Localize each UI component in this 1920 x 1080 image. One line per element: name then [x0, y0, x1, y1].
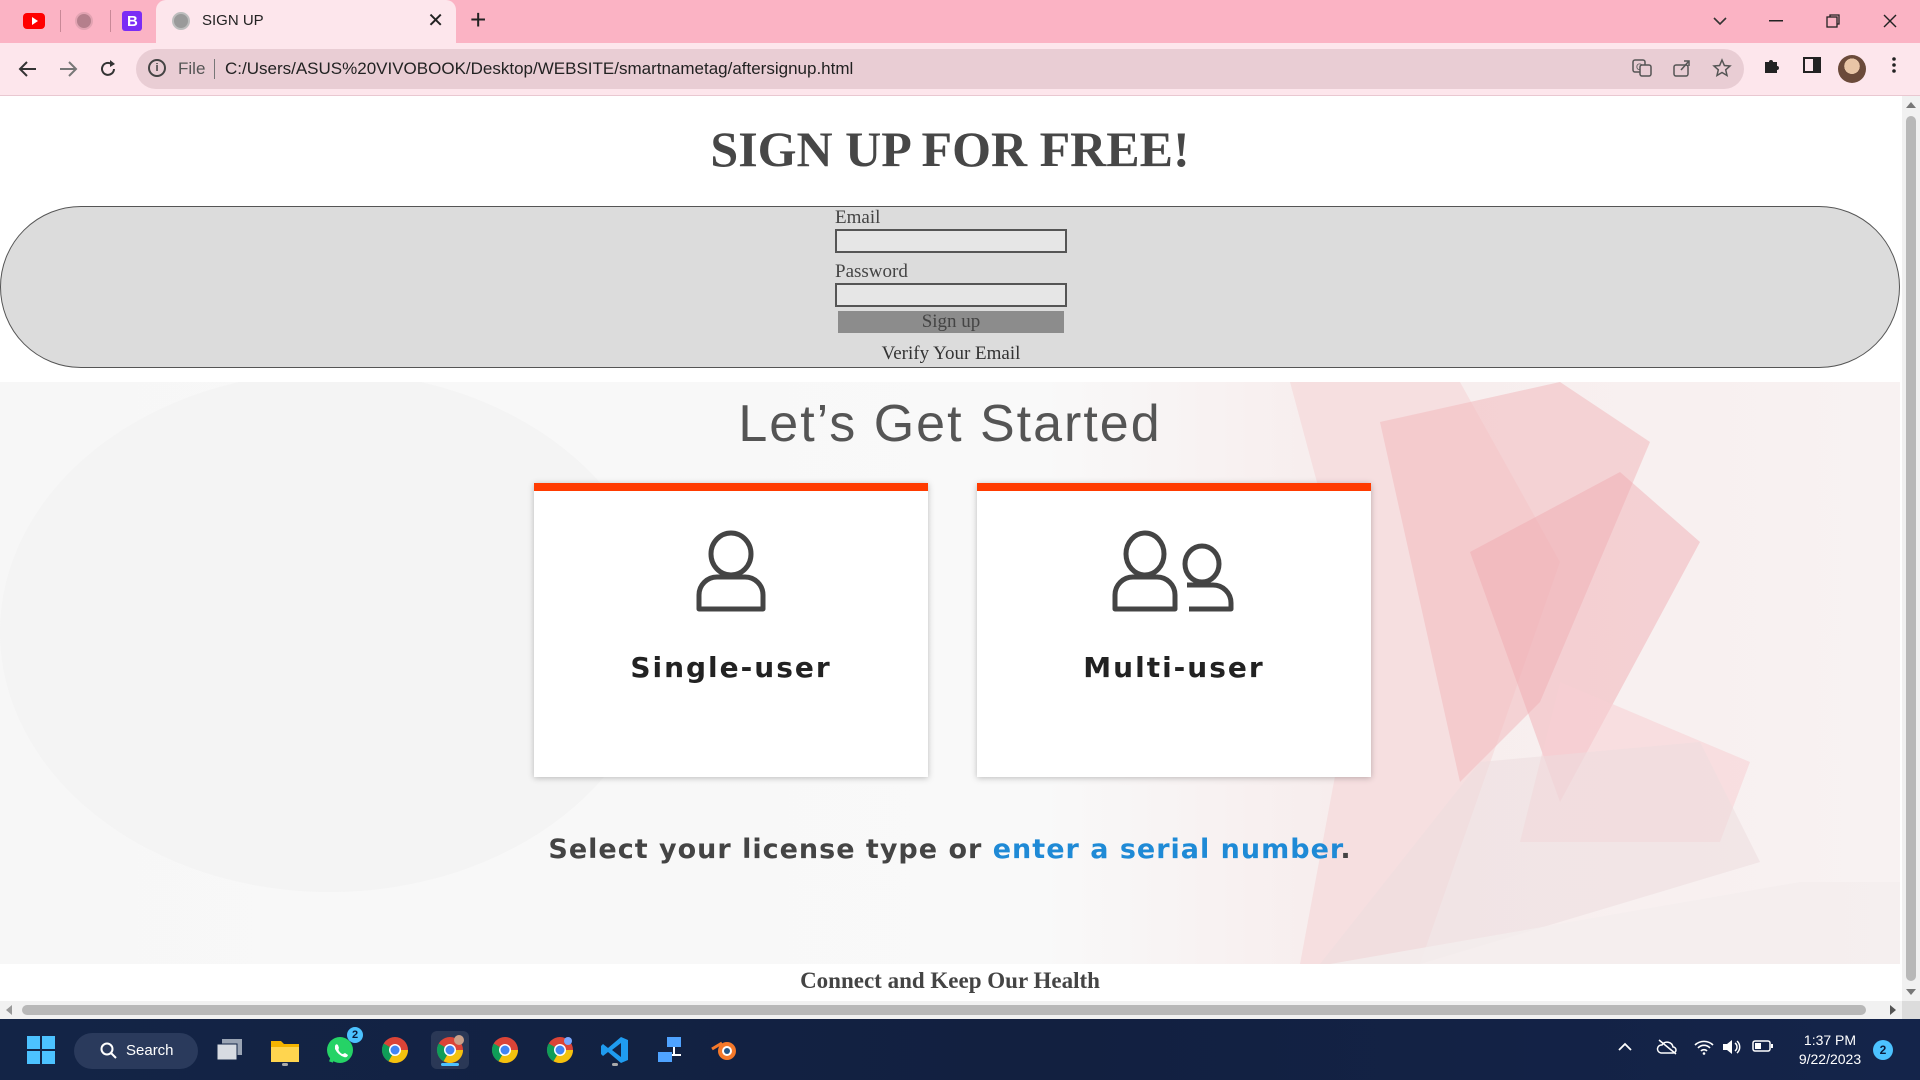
file-explorer-icon[interactable]	[266, 1031, 304, 1069]
chrome-icon[interactable]	[431, 1031, 469, 1069]
extensions-icon[interactable]	[1758, 55, 1786, 83]
wifi-icon[interactable]	[1694, 1039, 1714, 1060]
license-text-suffix: .	[1340, 834, 1352, 865]
scroll-left-arrow-icon[interactable]	[6, 1005, 12, 1015]
taskbar-search[interactable]: Search	[74, 1033, 198, 1069]
background-decoration	[0, 382, 1900, 964]
youtube-icon[interactable]	[16, 6, 52, 36]
chrome-icon[interactable]	[376, 1031, 414, 1069]
search-icon	[100, 1042, 117, 1059]
whatsapp-badge: 2	[347, 1027, 363, 1043]
footer-text: Connect and Keep Our Health	[800, 968, 1100, 993]
license-text-prefix: Select your license type or	[548, 834, 993, 865]
form-fields: Email Password Sign up Verify Your Email	[835, 207, 1067, 365]
chrome-icon[interactable]	[486, 1031, 524, 1069]
hero-title: Let’s Get Started	[738, 395, 1162, 453]
tab-search-chevron-icon[interactable]	[1700, 6, 1740, 36]
blender-icon[interactable]	[706, 1031, 744, 1069]
profile-avatar[interactable]	[1838, 55, 1866, 83]
single-user-label: Single-user	[630, 651, 832, 684]
svg-text:B: B	[127, 13, 138, 30]
tab-bar: B SIGN UP ✕ +	[0, 0, 1920, 43]
chevron-up-icon[interactable]	[1617, 1039, 1633, 1057]
minimize-icon[interactable]	[1756, 6, 1796, 36]
network-icon[interactable]	[651, 1031, 689, 1069]
menu-icon[interactable]	[1880, 55, 1908, 83]
bookmark-star-icon[interactable]	[1710, 58, 1734, 80]
page-title: SIGN UP FOR FREE!	[710, 121, 1190, 177]
restore-icon[interactable]	[1813, 6, 1853, 36]
horizontal-scrollbar[interactable]	[0, 1001, 1902, 1019]
url-divider	[214, 59, 215, 79]
task-view-icon[interactable]	[211, 1031, 249, 1069]
running-indicator	[282, 1063, 288, 1066]
email-label: Email	[835, 207, 881, 228]
password-label: Password	[835, 261, 908, 282]
clock-date: 9/22/2023	[1798, 1051, 1862, 1067]
whatsapp-icon[interactable]: 2	[321, 1027, 363, 1069]
close-window-icon[interactable]	[1870, 6, 1910, 36]
url-text[interactable]: C:/Users/ASUS%20VIVOBOOK/Desktop/WEBSITE…	[225, 59, 853, 79]
notification-badge[interactable]: 2	[1873, 1040, 1893, 1060]
password-field[interactable]	[835, 283, 1067, 307]
address-bar[interactable]: i File C:/Users/ASUS%20VIVOBOOK/Desktop/…	[136, 49, 1744, 89]
site-info-icon[interactable]: i	[148, 59, 166, 77]
start-icon[interactable]	[22, 1031, 60, 1069]
license-instruction: Select your license type or enter a seri…	[0, 834, 1900, 865]
volume-icon[interactable]	[1722, 1039, 1742, 1060]
signup-form: Email Password Sign up Verify Your Email	[0, 206, 1900, 368]
vertical-scrollbar[interactable]	[1902, 96, 1920, 1001]
serial-number-link[interactable]: enter a serial number	[993, 834, 1341, 865]
chrome-icon[interactable]	[541, 1031, 579, 1069]
taskbar-clock[interactable]: 1:37 PM 9/22/2023	[1782, 1031, 1878, 1069]
close-tab-icon[interactable]: ✕	[427, 8, 444, 33]
multi-user-label: Multi-user	[1083, 651, 1265, 684]
translate-icon[interactable]: G	[1630, 58, 1654, 80]
battery-icon[interactable]	[1752, 1039, 1774, 1058]
verify-email-text: Verify Your Email	[881, 343, 1021, 364]
reload-icon[interactable]	[92, 53, 124, 85]
tab-title: SIGN UP	[202, 12, 264, 29]
globe-icon	[172, 12, 190, 30]
browser-toolbar: i File C:/Users/ASUS%20VIVOBOOK/Desktop/…	[0, 43, 1920, 96]
sign-up-button[interactable]: Sign up	[838, 311, 1064, 333]
forward-arrow-icon[interactable]	[52, 53, 84, 85]
scrollbar-corner	[1902, 1001, 1920, 1019]
horizontal-scroll-thumb[interactable]	[22, 1005, 1866, 1015]
windows-taskbar: Search 2 1:37 PM 9/22/2023 2	[0, 1019, 1920, 1080]
tab-separator	[110, 10, 111, 32]
search-label: Search	[126, 1042, 174, 1059]
running-indicator	[612, 1063, 618, 1066]
get-started-section: Let’s Get Started Single-user Multi-user…	[0, 382, 1900, 964]
scroll-right-arrow-icon[interactable]	[1890, 1005, 1896, 1015]
vertical-scroll-thumb[interactable]	[1906, 116, 1916, 981]
cloud-off-icon[interactable]	[1656, 1039, 1678, 1060]
scroll-down-arrow-icon[interactable]	[1906, 989, 1916, 995]
bootstrap-icon[interactable]: B	[114, 6, 150, 36]
tab-separator	[60, 10, 61, 32]
side-panel-icon[interactable]	[1798, 55, 1826, 83]
single-user-card[interactable]: Single-user	[534, 483, 928, 777]
share-icon[interactable]	[1670, 58, 1694, 80]
new-tab-button[interactable]: +	[470, 4, 486, 36]
back-arrow-icon[interactable]	[12, 53, 44, 85]
url-scheme: File	[178, 59, 206, 78]
globe-icon[interactable]	[66, 6, 102, 36]
active-indicator	[441, 1063, 459, 1066]
tab-sign-up[interactable]: SIGN UP ✕	[156, 0, 456, 43]
vscode-icon[interactable]	[596, 1031, 634, 1069]
multi-user-card[interactable]: Multi-user	[977, 483, 1371, 777]
page-viewport: SIGN UP FOR FREE! Email Password Sign up…	[0, 96, 1902, 1001]
clock-time: 1:37 PM	[1803, 1032, 1857, 1048]
multi-user-icon	[1112, 530, 1234, 612]
email-field[interactable]	[835, 229, 1067, 253]
scroll-up-arrow-icon[interactable]	[1906, 102, 1916, 108]
single-user-icon	[696, 530, 766, 612]
